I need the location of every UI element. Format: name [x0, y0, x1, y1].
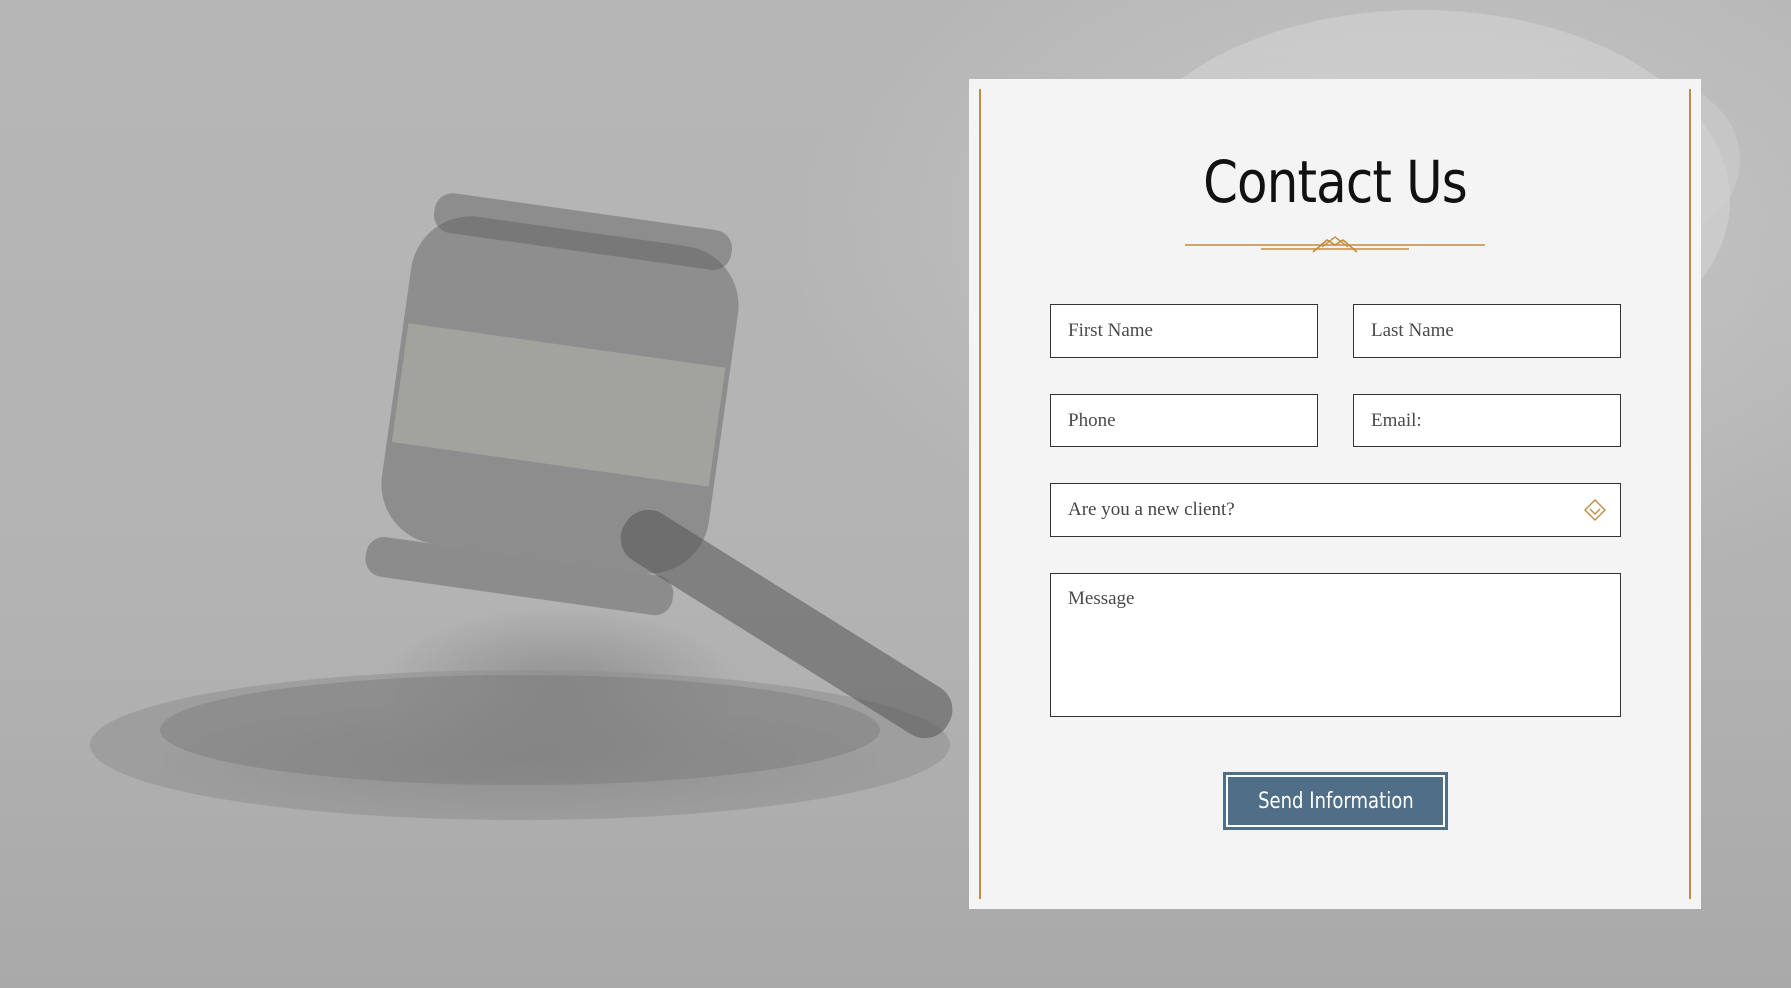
phone-input[interactable] [1050, 394, 1318, 447]
diamond-chevron-down-icon [1584, 499, 1606, 521]
new-client-select[interactable]: Are you a new client? [1050, 483, 1621, 537]
last-name-input[interactable] [1353, 304, 1621, 358]
title-divider-ornament-icon [1185, 236, 1485, 253]
message-textarea[interactable] [1050, 573, 1621, 717]
new-client-select-label: Are you a new client? [1068, 499, 1235, 520]
contact-card: Contact Us Are you a new client? Send In… [969, 79, 1701, 909]
email-input[interactable] [1353, 394, 1621, 447]
card-left-rule [979, 89, 981, 899]
send-information-label: Send Information [1257, 788, 1414, 814]
page-title: Contact Us [1203, 148, 1468, 216]
send-information-button[interactable]: Send Information [1223, 772, 1448, 830]
first-name-input[interactable] [1050, 304, 1318, 358]
card-right-rule [1689, 89, 1691, 899]
